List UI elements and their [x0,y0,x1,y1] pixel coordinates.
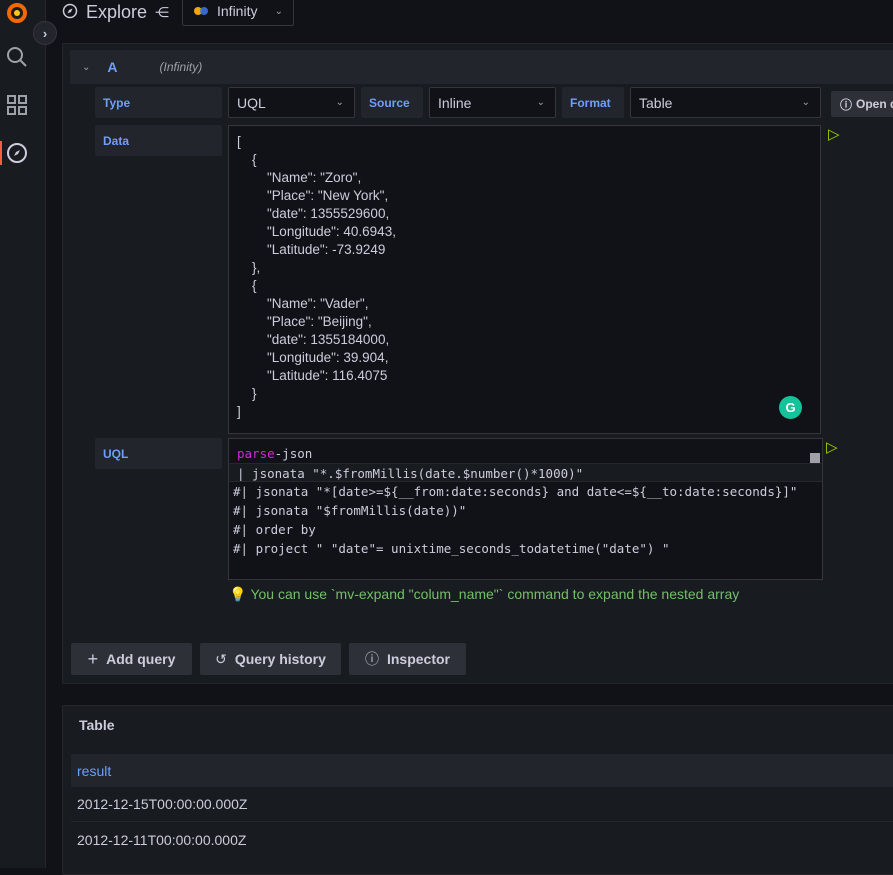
format-label: Format [562,87,624,118]
data-textarea[interactable]: [ { "Name": "Zoro", "Place": "New York",… [228,125,821,434]
uql-code-editor[interactable]: parse-json | jsonata "*.$fromMillis(date… [228,438,823,580]
query-ref[interactable]: A [107,59,117,75]
query-datasource-hint: (Infinity) [159,60,203,74]
uql-line: #| order by [233,522,316,537]
uql-keyword: parse [237,446,275,461]
datasource-name: Infinity [217,3,258,19]
add-query-button[interactable]: + Add query [71,643,192,675]
chevron-down-icon: ⌄ [335,97,344,108]
uql-line: #| jsonata "*[date>=${__from:date:second… [233,484,798,499]
help-icon: ⓘ [840,97,853,112]
uql-label: UQL [95,438,222,469]
table-title: Table [79,717,115,733]
column-header-result[interactable]: result [77,763,111,779]
data-line: { [237,152,257,167]
hint-label: You can use `mv-expand "colum_name"` com… [250,586,740,602]
type-label: Type [95,87,222,118]
grammarly-icon[interactable]: G [779,396,802,419]
infinity-icon [193,3,209,19]
data-label: Data [95,125,222,156]
chevron-down-icon: ⌄ [536,97,545,108]
query-history-button[interactable]: ↺ Query history [200,643,341,675]
query-history-label: Query history [234,651,326,667]
lightbulb-icon: 💡 [229,586,247,602]
type-value: UQL [237,94,266,111]
compass-icon [62,3,78,22]
grafana-logo-icon[interactable] [5,0,29,24]
explore-compass-icon[interactable] [5,141,29,165]
data-line: }, [237,260,261,275]
data-line: "Name": "Vader", [237,296,369,311]
data-content: [ { "Name": "Zoro", "Place": "New York",… [237,133,812,421]
run-query-icon[interactable]: ▷ [826,438,838,456]
data-line: ] [237,404,241,419]
data-line: "Longitude": 40.6943, [237,224,396,239]
open-docs-label: Open d [856,97,893,111]
share-icon[interactable]: ⋲ [155,4,169,21]
type-select[interactable]: UQL ⌄ [228,87,355,118]
search-icon[interactable] [5,45,29,69]
uql-line: #| project " "date"= unixtime_seconds_to… [233,541,670,556]
source-label: Source [361,87,423,118]
source-value: Inline [438,94,472,111]
table-row: 2012-12-15T00:00:00.000Z [71,787,893,822]
table-header[interactable]: result [71,754,893,787]
sidebar [0,0,46,868]
query-header[interactable]: ⌄ A (Infinity) [70,50,893,84]
info-icon: ⓘ [364,651,379,667]
uql-text: -json [274,446,313,461]
data-line: "Place": "New York", [237,188,389,203]
data-line: [ [237,134,241,149]
data-line: "date": 1355184000, [237,332,390,347]
format-value: Table [639,94,673,111]
history-icon: ↺ [215,650,227,667]
inspector-label: Inspector [386,651,450,667]
chevron-down-icon: ⌄ [801,97,810,108]
open-docs-button[interactable]: ⓘOpen d [831,91,893,117]
data-line: "Latitude": -73.9249 [237,242,386,257]
data-line: "Name": "Zoro", [237,170,362,185]
source-select[interactable]: Inline ⌄ [429,87,556,118]
chevron-down-icon: ⌄ [274,5,283,17]
table-panel: Table result 2012-12-15T00:00:00.000Z 20… [62,705,893,875]
plus-icon: + [87,648,99,669]
add-query-label: Add query [106,651,176,667]
data-line: "Latitude": 116.4075 [237,368,388,383]
run-query-icon[interactable]: ▷ [828,125,840,143]
data-line: } [237,386,257,401]
uql-line: | jsonata "*.$fromMillis(date.$number()*… [229,463,822,482]
table-row: 2012-12-11T00:00:00.000Z [71,822,893,857]
uql-lines: | jsonata "*.$fromMillis(date.$number()*… [229,463,822,558]
format-select[interactable]: Table ⌄ [630,87,821,118]
data-line: "Place": "Beijing", [237,314,372,329]
table-cell: 2012-12-11T00:00:00.000Z [77,831,247,848]
datasource-picker[interactable]: Infinity ⌄ [182,0,294,26]
data-line: "Longitude": 39.904, [237,350,389,365]
data-line: "date": 1355529600, [237,206,390,221]
inspector-button[interactable]: ⓘ Inspector [349,643,466,675]
dashboards-icon[interactable] [5,93,29,117]
minimap-slider[interactable] [810,453,820,463]
expand-sidebar-button[interactable]: › [33,21,57,45]
page-title: Explore [86,1,148,22]
collapse-chevron-icon[interactable]: ⌄ [82,62,90,73]
table-cell: 2012-12-15T00:00:00.000Z [77,796,248,812]
data-line: { [237,278,257,293]
uql-line: #| jsonata "$fromMillis(date))" [233,503,467,518]
hint-text: 💡 You can use `mv-expand "colum_name"` co… [229,586,739,603]
